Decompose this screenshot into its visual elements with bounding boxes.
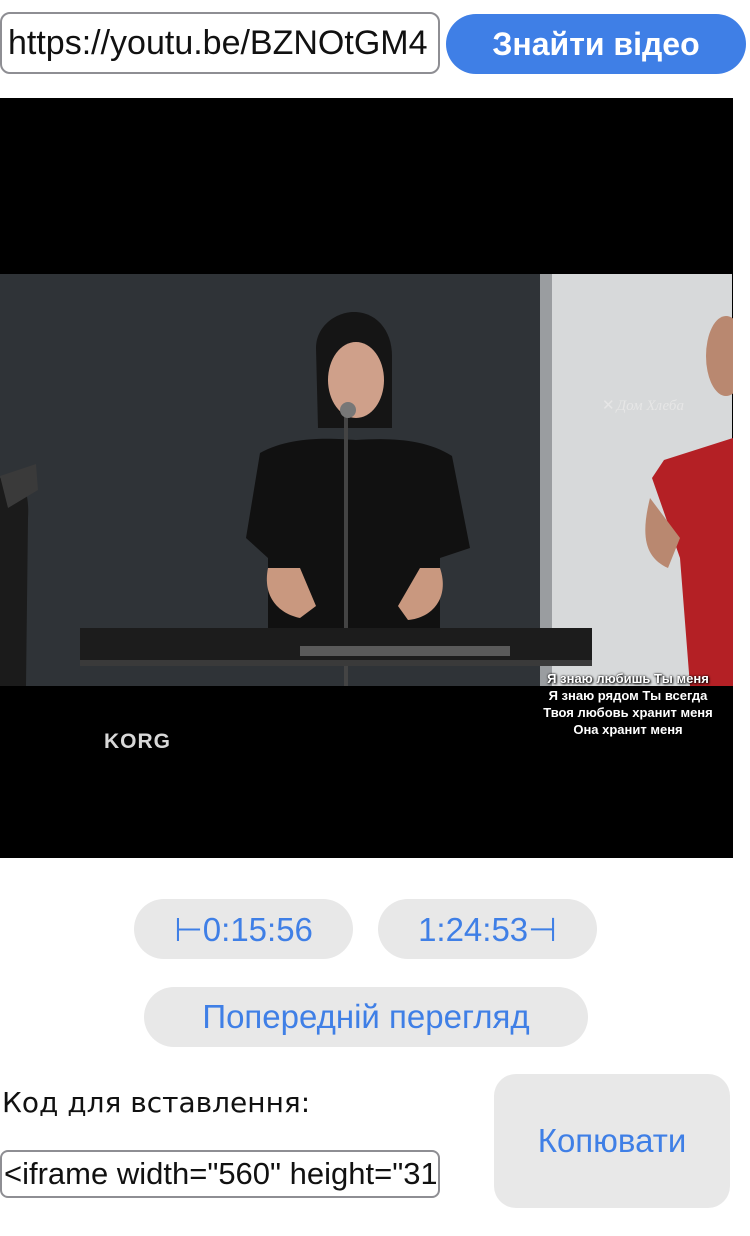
find-video-button[interactable]: Знайти відео bbox=[446, 14, 746, 74]
embed-code-label: Код для вставлення: bbox=[2, 1086, 311, 1119]
preview-button[interactable]: Попередній перегляд bbox=[144, 987, 588, 1047]
subtitle-line: Она хранит меня bbox=[573, 722, 683, 737]
subtitle-line: Я знаю рядом Ты всегда bbox=[548, 688, 708, 703]
video-player[interactable]: ✕ Дом Хлеба KORG Я знаю любишь Ты меня Я … bbox=[0, 98, 733, 858]
end-time-button[interactable]: 1:24:53⊣ bbox=[378, 899, 597, 959]
video-subtitles: Я знаю любишь Ты меня Я знаю рядом Ты вс… bbox=[528, 670, 728, 738]
subtitle-line: Я знаю любишь Ты меня bbox=[547, 671, 709, 686]
watermark-text: Дом Хлеба bbox=[616, 398, 684, 414]
start-time-button[interactable]: ⊢0:15:56 bbox=[134, 899, 353, 959]
watermark-icon: ✕ bbox=[602, 398, 615, 414]
video-url-input[interactable] bbox=[0, 12, 440, 74]
embed-code-field[interactable] bbox=[0, 1150, 440, 1198]
keyboard-brand-logo: KORG bbox=[104, 730, 171, 753]
channel-watermark: ✕ Дом Хлеба bbox=[602, 396, 684, 415]
subtitle-line: Твоя любовь хранит меня bbox=[543, 705, 713, 720]
copy-button[interactable]: Копювати bbox=[494, 1074, 730, 1208]
